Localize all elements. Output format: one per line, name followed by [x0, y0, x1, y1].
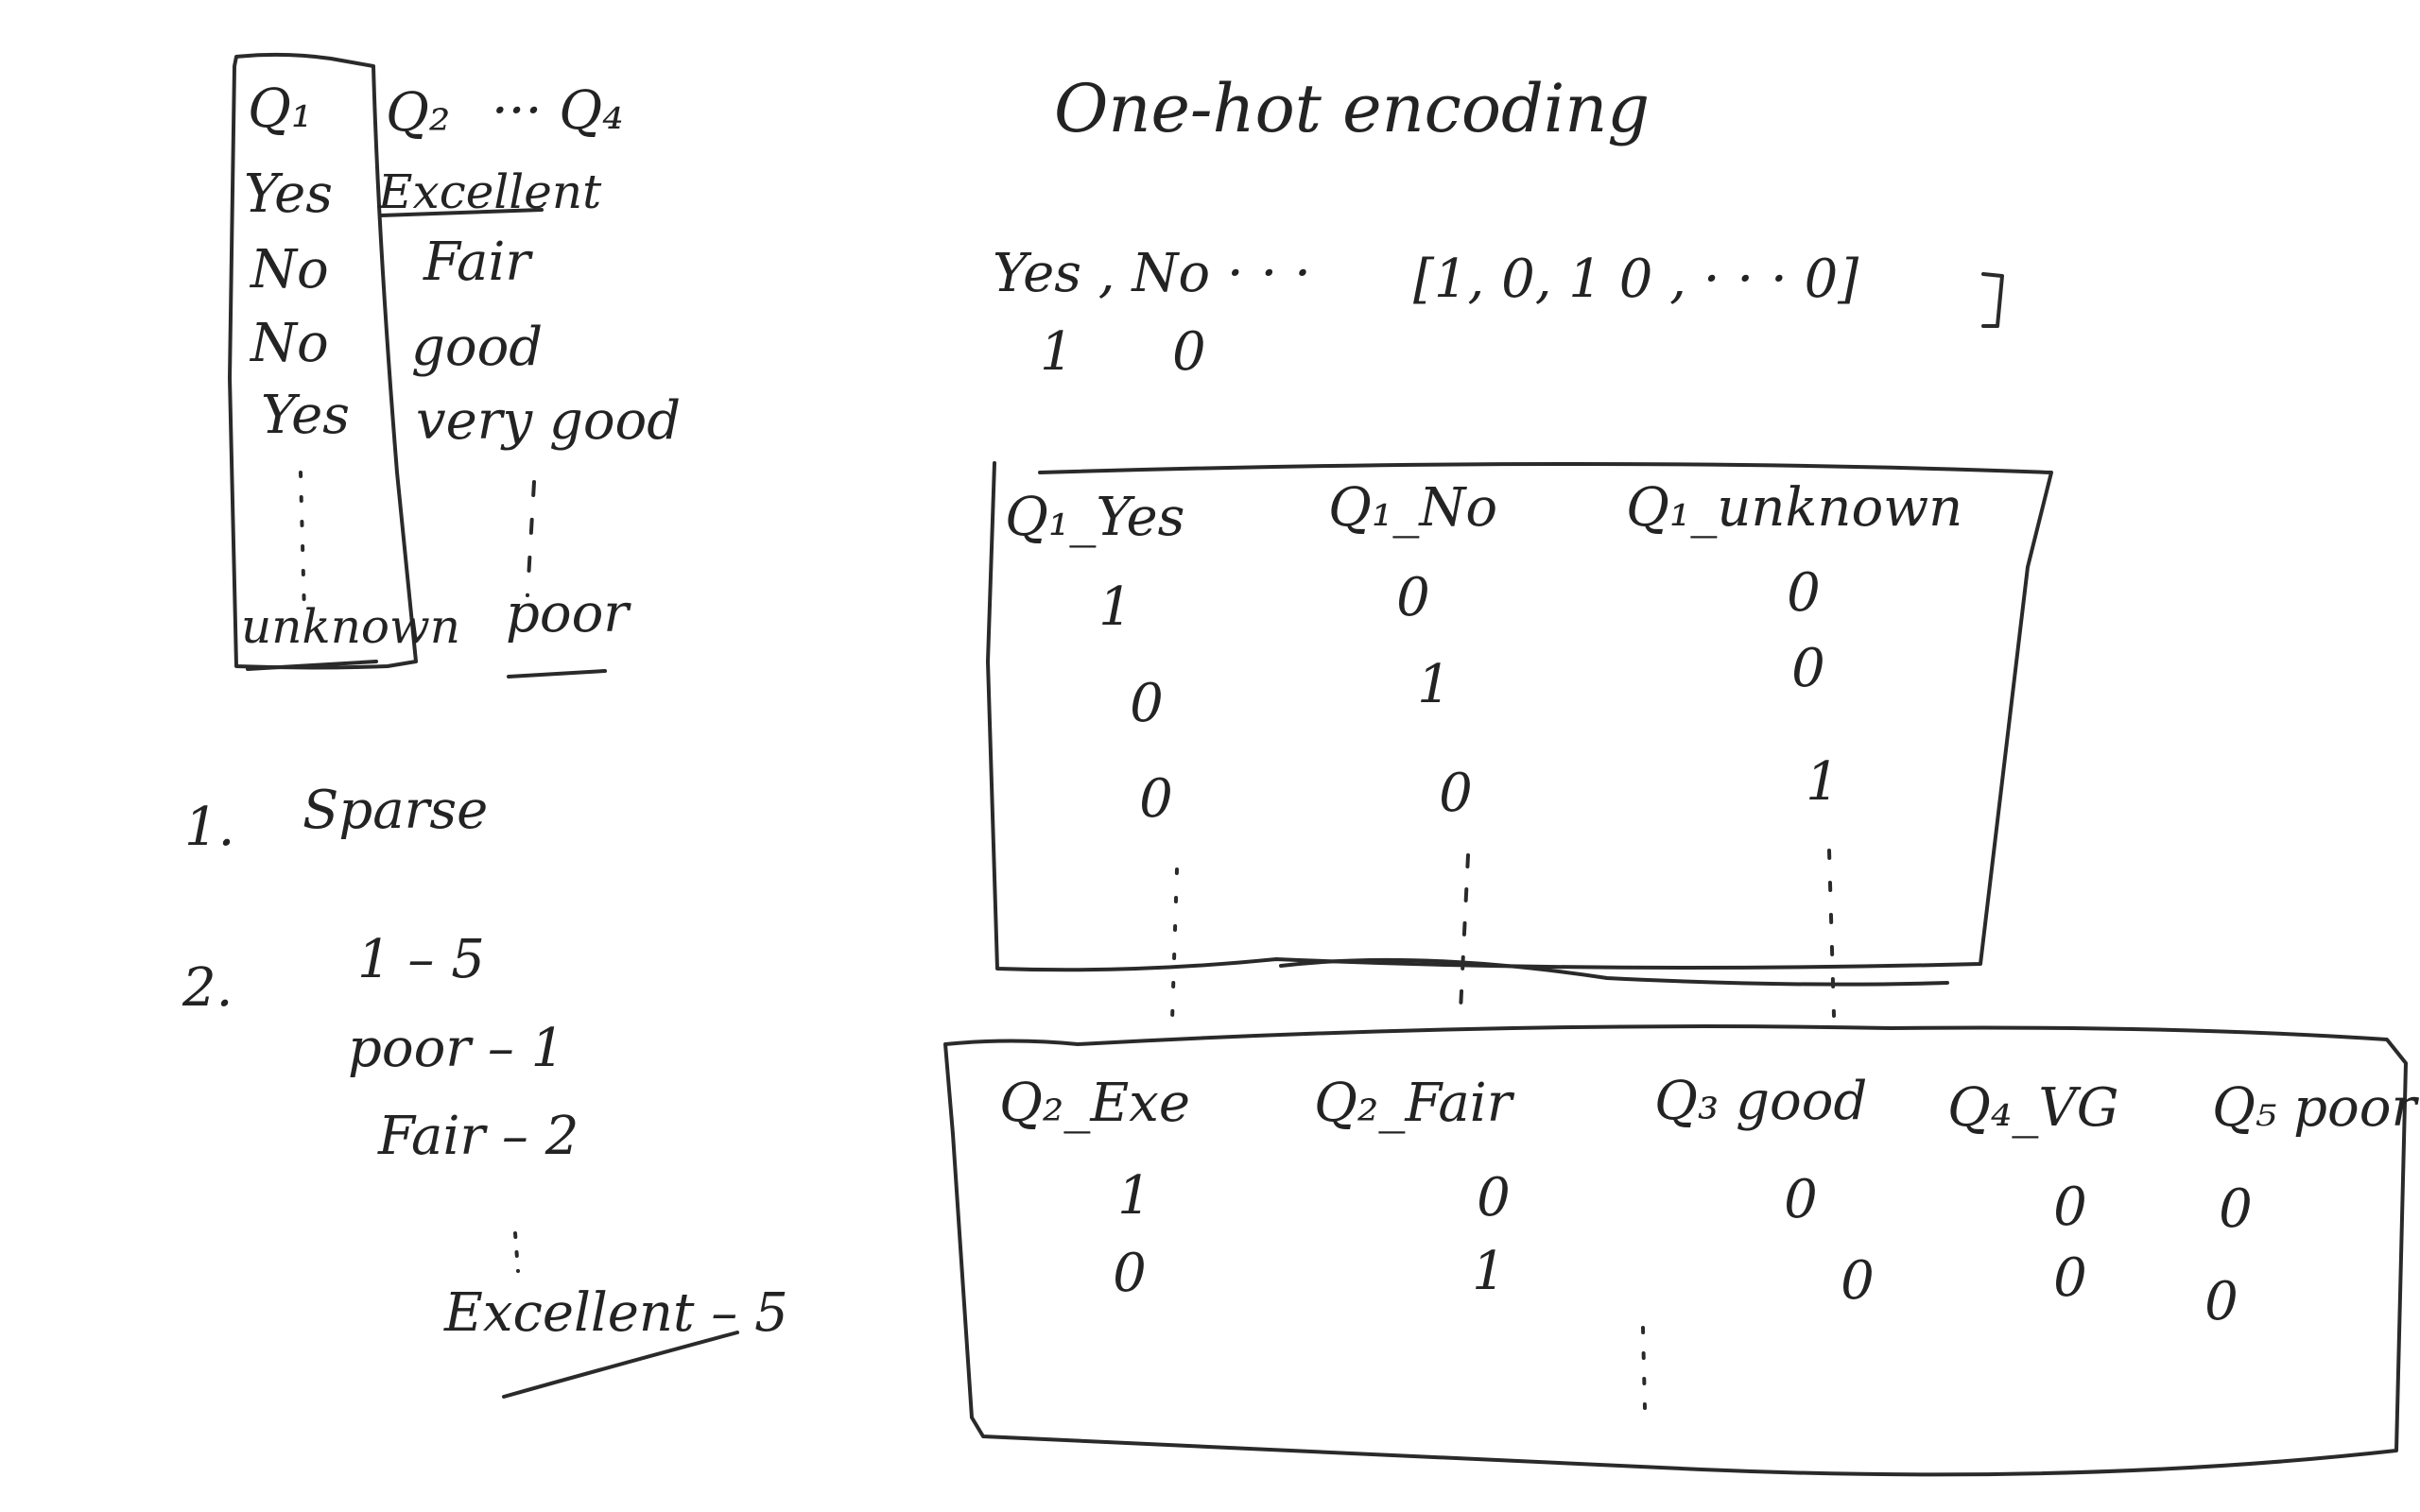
- yes-code: 1: [1040, 321, 1074, 383]
- table2-cell-r2-c5: 0: [2204, 1271, 2238, 1332]
- table2-header-2: Q₂_Fair: [1314, 1073, 1512, 1134]
- note-2-line-4: Excellent – 5: [444, 1282, 788, 1344]
- table1-bottom-wave: [1279, 957, 1949, 987]
- no-code: 0: [1172, 321, 1206, 383]
- q1-value-5: unknown: [241, 599, 461, 654]
- table1-header-3: Q₁_unknown: [1626, 477, 1963, 539]
- table1-cell-r2-c3: 0: [1791, 638, 1825, 699]
- table2-header-1: Q₂_Exe: [999, 1073, 1190, 1134]
- table2-header-5: Q₅ poor: [2212, 1077, 2417, 1139]
- table2-header-3: Q₃ good: [1654, 1071, 1868, 1132]
- table1-header-1: Q₁_Yes: [1005, 487, 1185, 548]
- note-2-line-3: Fair – 2: [378, 1106, 579, 1167]
- table1-cell-r1-c2: 0: [1396, 567, 1430, 628]
- table2-cell-r1-c1: 1: [1117, 1165, 1151, 1227]
- note-2-line-2: poor – 1: [348, 1018, 565, 1079]
- table2-cell-r2-c2: 1: [1472, 1241, 1506, 1302]
- vector-bracket-close: [1981, 272, 2004, 328]
- table1-cell-r3-c1: 0: [1139, 768, 1173, 830]
- table2-cell-r1-c3: 0: [1784, 1169, 1818, 1230]
- table2-cell-r1-c5: 0: [2219, 1178, 2253, 1240]
- table1-cell-r3-c3: 1: [1806, 751, 1840, 813]
- q1-value-2: No: [251, 239, 329, 301]
- table2-dots: [1641, 1326, 1647, 1410]
- q1-value-3: No: [251, 313, 329, 374]
- q2-value-3: good: [411, 317, 544, 378]
- title-one-hot-encoding: One-hot encoding: [1054, 70, 1651, 147]
- q2-value-5: poor: [506, 583, 630, 644]
- poor-underline: [507, 669, 607, 679]
- note-1-number: 1.: [184, 797, 235, 858]
- table2-cell-r1-c4: 0: [2053, 1177, 2087, 1238]
- vector-label: [1, 0, 1 0 , · · · 0]: [1413, 249, 1859, 310]
- q4-header: ··· Q₄: [492, 80, 624, 142]
- unknown-underline: [246, 660, 378, 671]
- table1-cell-r2-c1: 0: [1130, 673, 1164, 734]
- yes-no-label: Yes , No · · ·: [993, 243, 1311, 304]
- table2-cell-r2-c4: 0: [2053, 1247, 2087, 1309]
- whiteboard-canvas: Q₁ Q₂ ··· Q₄ Yes No No Yes unknown Excel…: [0, 0, 2420, 1512]
- note-2-line-1: 1 – 5: [357, 929, 485, 990]
- table2-header-4: Q₄_VG: [1947, 1077, 2119, 1139]
- q1-dotted-continuation: [299, 471, 306, 616]
- note-1-text: Sparse: [302, 780, 489, 841]
- table1-cell-r3-c2: 0: [1439, 763, 1473, 824]
- q1-value-1: Yes: [244, 163, 333, 225]
- table1-col1-dots: [1170, 868, 1179, 1022]
- q1-header: Q₁: [248, 78, 313, 140]
- table2-cell-r2-c1: 0: [1113, 1243, 1147, 1304]
- table1-header-2: Q₁_No: [1328, 477, 1498, 539]
- table1-cell-r1-c1: 1: [1098, 576, 1132, 638]
- table1-cell-r1-c3: 0: [1787, 562, 1821, 624]
- q1-value-4: Yes: [261, 385, 350, 446]
- q2-value-1: Excellent: [378, 164, 602, 219]
- table1-cell-r2-c2: 1: [1417, 654, 1451, 715]
- q2-value-2: Fair: [424, 232, 531, 293]
- q2-header: Q₂: [386, 82, 451, 144]
- note-2-number: 2.: [182, 957, 233, 1019]
- q2-value-4: very good: [416, 390, 682, 452]
- table1-col2-dots: [1459, 853, 1470, 1013]
- table2-cell-r1-c2: 0: [1477, 1167, 1511, 1228]
- table2-cell-r2-c3: 0: [1841, 1250, 1875, 1312]
- notes-dots: [513, 1231, 520, 1273]
- table1-col3-dots: [1827, 849, 1836, 1018]
- q2-dotted-continuation: [526, 480, 536, 597]
